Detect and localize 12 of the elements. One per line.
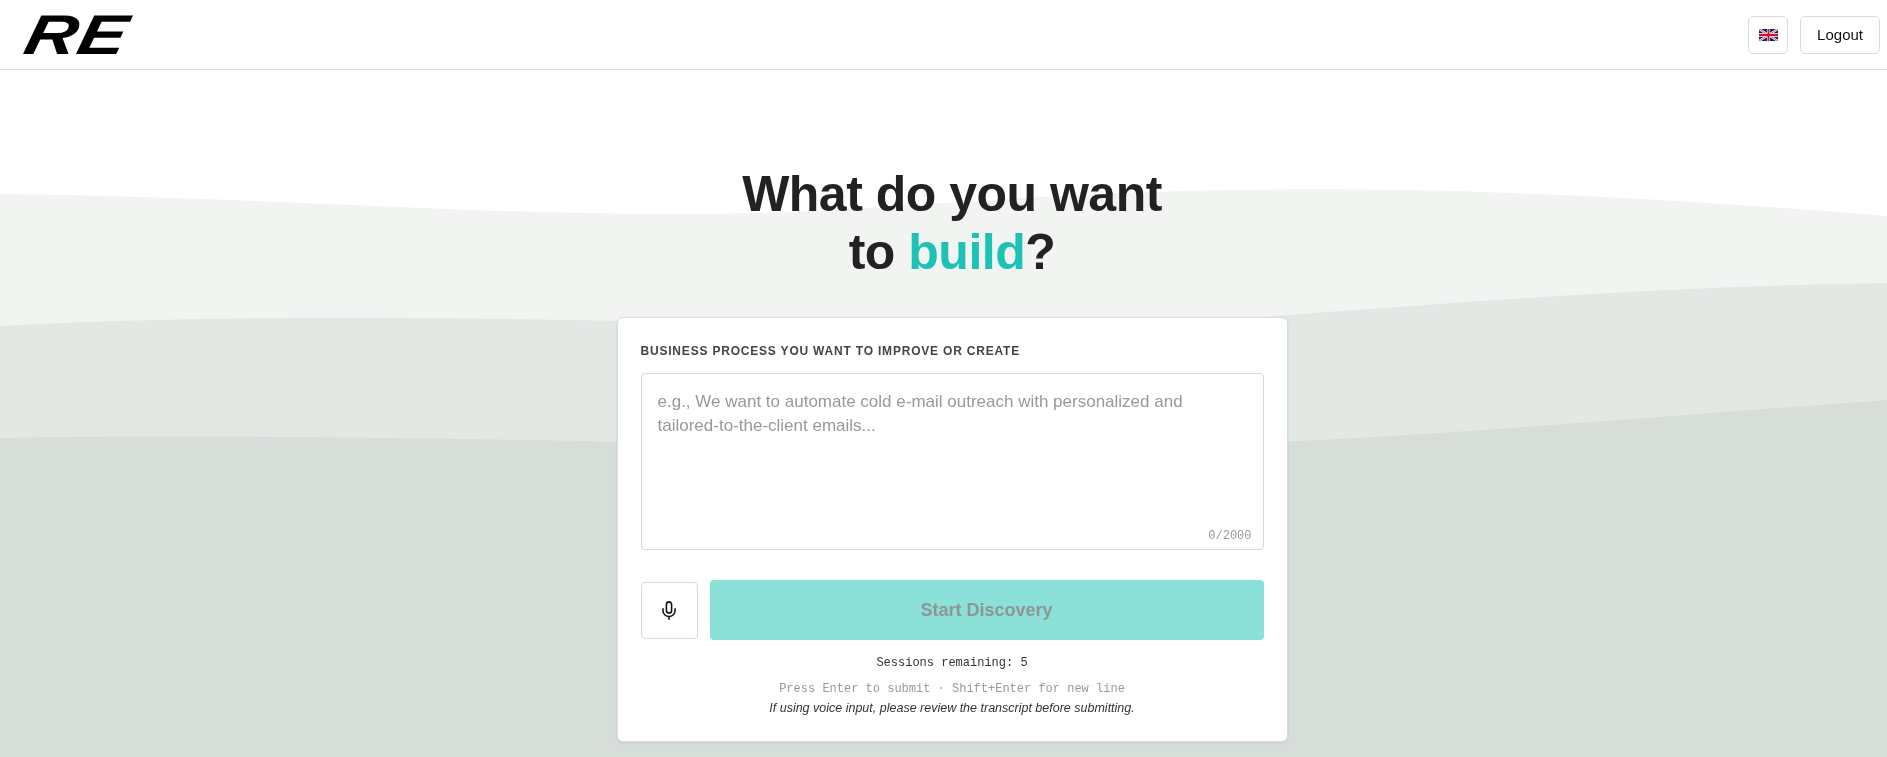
microphone-button[interactable] <box>640 581 698 639</box>
character-counter: 0/2000 <box>1208 529 1252 543</box>
logout-button[interactable]: Logout <box>1800 15 1880 54</box>
flag-icon <box>1758 28 1778 41</box>
language-button[interactable] <box>1748 15 1789 54</box>
logo[interactable]: RE <box>21 13 133 56</box>
voice-input-note: If using voice input, please review the transcript before submitting. <box>768 700 1136 716</box>
page-heading: What do you want to build? <box>741 165 1163 281</box>
microphone-icon <box>662 600 676 620</box>
keyboard-hint: Press Enter to submit · Shift+Enter for new line <box>778 681 1126 697</box>
field-label: BUSINESS PROCESS YOU WANT TO IMPROVE OR CREATE <box>640 343 1021 360</box>
sessions-remaining: Sessions remaining: 5 <box>875 655 1029 671</box>
